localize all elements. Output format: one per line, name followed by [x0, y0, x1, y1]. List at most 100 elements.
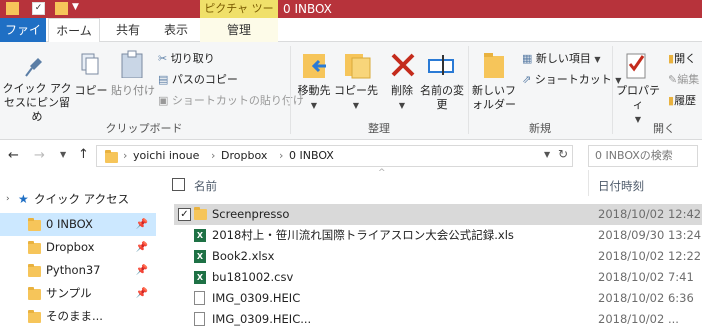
- nav-item-0-inbox[interactable]: 0 INBOX 📌: [0, 213, 156, 236]
- new-folder-icon[interactable]: [55, 2, 68, 15]
- row-checkbox[interactable]: ✓: [178, 208, 191, 221]
- folder-icon: [28, 310, 41, 323]
- nav-item-cutoff[interactable]: そのまま...: [0, 305, 156, 328]
- new-folder-icon: [482, 50, 506, 80]
- column-header-date[interactable]: 日付時刻: [598, 178, 644, 194]
- file-row[interactable]: X 2018村上・笹川流れ国際トライアスロン大会公式記録.xls 2018/09…: [174, 225, 702, 246]
- file-name: 2018村上・笹川流れ国際トライアスロン大会公式記録.xls: [212, 228, 514, 242]
- move-to-button[interactable]: 移動先 ▼: [292, 84, 336, 113]
- paste-button[interactable]: 貼り付け: [110, 84, 156, 98]
- file-icon: [194, 291, 205, 305]
- folder-icon: [6, 2, 19, 15]
- group-clipboard-label: クリップボード: [105, 122, 183, 135]
- nav-quick-access[interactable]: › ★ クイック アクセス: [0, 188, 156, 211]
- search-input[interactable]: 0 INBOXの検索: [588, 145, 698, 167]
- pin-icon[interactable]: 📌: [136, 259, 148, 282]
- tab-share[interactable]: 共有: [108, 18, 148, 42]
- star-icon: ★: [18, 192, 29, 206]
- forward-arrow-icon[interactable]: →: [34, 148, 45, 163]
- edit-label: 編集: [677, 73, 700, 86]
- properties-label: プロパティ: [616, 84, 660, 111]
- nav-label: Dropbox: [46, 240, 95, 254]
- select-all-checkbox[interactable]: [172, 178, 185, 191]
- file-row[interactable]: IMG_0309.HEIC 2018/10/02 6:36: [174, 288, 702, 309]
- divider: [612, 46, 613, 134]
- cut-label: 切り取り: [170, 52, 215, 65]
- new-folder-button[interactable]: 新しいフォルダー: [470, 84, 518, 112]
- tab-manage[interactable]: 管理: [200, 18, 278, 42]
- back-arrow-icon[interactable]: ←: [8, 148, 19, 163]
- breadcrumb-item[interactable]: yoichi inoue: [133, 149, 199, 162]
- breadcrumb-item[interactable]: Dropbox: [221, 149, 267, 162]
- paste-shortcut-button[interactable]: ▣ ショートカットの貼り付け: [158, 92, 304, 108]
- move-to-icon: [302, 50, 330, 80]
- folder-icon: [28, 241, 41, 254]
- tab-view[interactable]: 表示: [156, 18, 196, 42]
- divider: [468, 46, 469, 134]
- nav-item-sample[interactable]: サンプル 📌: [0, 282, 156, 305]
- chevron-down-icon[interactable]: ▼: [72, 2, 79, 12]
- properties-icon: [624, 50, 648, 80]
- file-date: 2018/10/02 6:36: [598, 291, 694, 305]
- expand-chevron-icon[interactable]: ›: [6, 188, 10, 211]
- column-header-name[interactable]: 名前: [194, 178, 217, 194]
- move-to-label: 移動先: [297, 84, 331, 97]
- file-date: 2018/10/02 7:41: [598, 270, 694, 284]
- pin-icon[interactable]: 📌: [136, 236, 148, 259]
- history-button[interactable]: ▮履歴: [668, 92, 696, 108]
- edit-icon: ✎: [668, 73, 678, 86]
- new-item-icon: ▦: [522, 52, 536, 65]
- file-date: 2018/10/02 12:22: [598, 249, 702, 263]
- cut-button[interactable]: ✂ 切り取り: [158, 50, 215, 66]
- nav-item-dropbox[interactable]: Dropbox 📌: [0, 236, 156, 259]
- up-arrow-icon[interactable]: ↑: [78, 147, 89, 162]
- copy-path-label: パスのコピー: [171, 73, 238, 86]
- file-row[interactable]: ✓ Screenpresso 2018/10/02 12:42: [174, 204, 702, 225]
- file-list: ^ 名前 日付時刻 ✓ Screenpresso 2018/10/02 12:4…: [160, 168, 702, 326]
- copy-to-icon: [344, 50, 372, 80]
- open-button[interactable]: ▮開く: [668, 50, 696, 66]
- edit-button[interactable]: ✎編集: [668, 71, 699, 87]
- recent-chevron-icon[interactable]: ▼: [60, 150, 66, 159]
- navigation-pane: › ★ クイック アクセス 0 INBOX 📌 Dropbox 📌 Python…: [0, 175, 160, 323]
- pin-quick-access-button[interactable]: クイック アクセスにピン留め: [0, 82, 74, 124]
- nav-label: クイック アクセス: [34, 192, 130, 206]
- scissors-icon: ✂: [158, 52, 171, 65]
- copy-to-label: コピー先: [334, 84, 378, 97]
- file-row[interactable]: X Book2.xlsx 2018/10/02 12:22: [174, 246, 702, 267]
- tab-file[interactable]: ファイル: [0, 18, 46, 61]
- address-bar[interactable]: › yoichi inoue › Dropbox › 0 INBOX ▼ ↻: [96, 145, 573, 167]
- delete-button[interactable]: 削除 ▼: [384, 84, 420, 113]
- folder-icon: [28, 218, 41, 231]
- shortcut-icon: ▣: [158, 94, 172, 107]
- breadcrumb-item[interactable]: 0 INBOX: [289, 149, 334, 162]
- shortcut-button[interactable]: ⇗ ショートカット ▼: [522, 71, 621, 87]
- copy-button[interactable]: コピー: [74, 84, 108, 98]
- copy-path-button[interactable]: ▤ パスのコピー: [158, 71, 238, 87]
- breadcrumb-separator: ›: [123, 149, 128, 162]
- divider: [290, 46, 291, 134]
- check-icon[interactable]: ✓: [32, 2, 45, 15]
- address-dropdown-icon[interactable]: ▼: [544, 150, 550, 159]
- new-item-button[interactable]: ▦ 新しい項目 ▼: [522, 50, 601, 66]
- file-row[interactable]: IMG_0309.HEIC... 2018/10/02 ...: [174, 309, 702, 330]
- path-icon: ▤: [158, 73, 172, 86]
- shortcut-label: ショートカット: [534, 73, 612, 86]
- refresh-icon[interactable]: ↻: [558, 147, 568, 161]
- excel-file-icon: X: [194, 271, 206, 284]
- copy-to-button[interactable]: コピー先 ▼: [334, 84, 378, 113]
- rename-button[interactable]: 名前の変更: [420, 84, 464, 112]
- breadcrumb-separator: ›: [211, 149, 216, 162]
- rename-icon: [428, 54, 456, 76]
- file-name: IMG_0309.HEIC...: [212, 312, 312, 326]
- column-divider[interactable]: [588, 170, 589, 196]
- excel-file-icon: X: [194, 250, 206, 263]
- window-title: 0 INBOX: [283, 2, 332, 16]
- nav-item-python37[interactable]: Python37 📌: [0, 259, 156, 282]
- copy-icon: [80, 52, 100, 78]
- chevron-down-icon: ▼: [310, 101, 318, 110]
- tab-home[interactable]: ホーム: [48, 18, 100, 43]
- pin-icon[interactable]: 📌: [136, 213, 148, 236]
- file-row[interactable]: X bu181002.csv 2018/10/02 7:41: [174, 267, 702, 288]
- pin-icon[interactable]: 📌: [136, 282, 148, 305]
